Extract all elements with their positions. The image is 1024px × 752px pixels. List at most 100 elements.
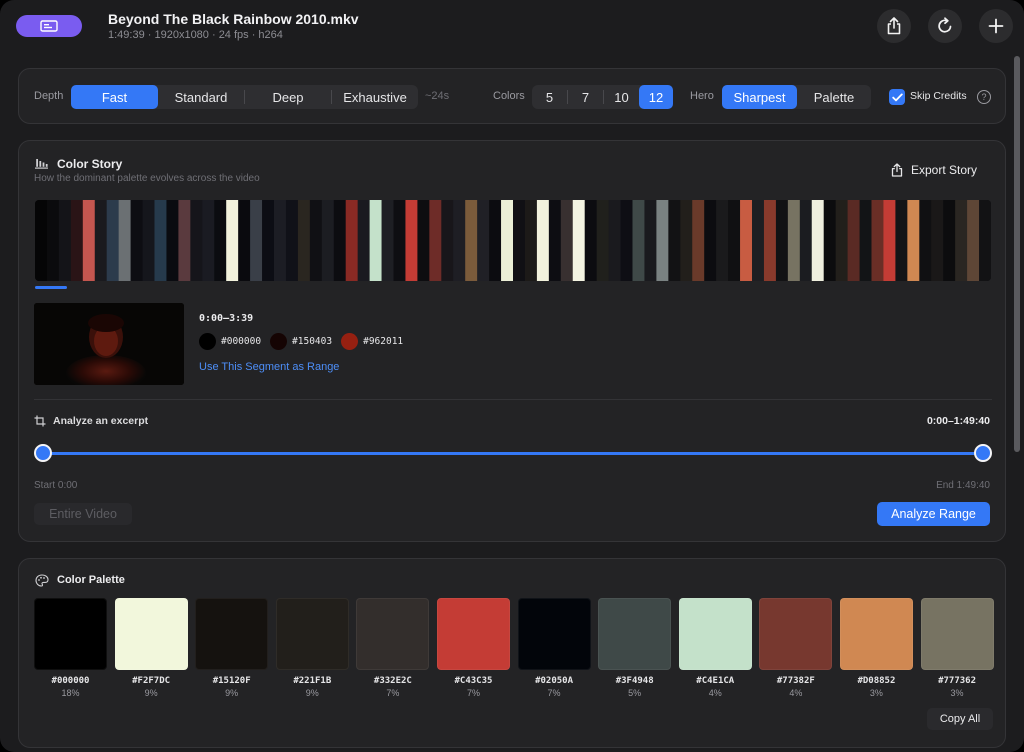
scrollbar[interactable] xyxy=(1014,56,1020,452)
timeline-color-band xyxy=(333,200,347,281)
timeline-color-band xyxy=(979,200,991,281)
segment-thumbnail xyxy=(34,303,184,385)
timeline-color-band xyxy=(441,200,454,281)
palette-swatch[interactable]: #02050A 7% xyxy=(517,598,591,698)
refresh-button[interactable] xyxy=(928,9,962,43)
skip-credits-checkbox[interactable] xyxy=(889,89,905,105)
segment-color-chip[interactable]: #962011 xyxy=(341,333,403,350)
timeline-color-band xyxy=(536,200,550,281)
timeline-color-band xyxy=(321,200,335,281)
palette-swatch[interactable]: #000000 18% xyxy=(34,598,107,698)
export-story-button[interactable]: Export Story xyxy=(891,163,977,177)
swatch-color-box xyxy=(436,598,510,670)
timeline-color-band xyxy=(202,200,215,281)
colors-option-5[interactable]: 5 xyxy=(532,85,567,109)
timeline-color-band xyxy=(704,200,717,281)
depth-option-fast[interactable]: Fast xyxy=(71,85,158,109)
timeline-color-band xyxy=(405,200,418,281)
timeline-color-band xyxy=(644,200,657,281)
timeline-color-band xyxy=(943,200,956,281)
swatch-hex: #332E2C xyxy=(373,676,412,686)
depth-option-standard[interactable]: Standard xyxy=(158,85,244,109)
segment-color-chip[interactable]: #150403 xyxy=(270,333,332,350)
palette-swatch[interactable]: #F2F7DC 9% xyxy=(114,598,188,698)
timeline-color-band xyxy=(524,200,538,281)
use-segment-as-range-link[interactable]: Use This Segment as Range xyxy=(199,361,339,373)
swatch-hex: #3F4948 xyxy=(615,676,654,686)
palette-swatch[interactable]: #777362 3% xyxy=(920,598,994,698)
swatch-color-box xyxy=(678,598,752,670)
depth-option-exhaustive[interactable]: Exhaustive xyxy=(332,85,418,109)
palette-swatch[interactable]: #77382F 4% xyxy=(759,598,833,698)
crop-icon xyxy=(34,415,46,427)
entire-video-button[interactable]: Entire Video xyxy=(34,503,132,525)
timeline-color-band xyxy=(716,200,729,281)
swatch-hex: #777362 xyxy=(938,676,976,686)
timeline-color-band xyxy=(58,200,72,281)
depth-option-deep[interactable]: Deep xyxy=(245,85,331,109)
segment-color-chip[interactable]: #000000 xyxy=(199,333,261,350)
divider xyxy=(34,399,992,400)
excerpt-title: Analyze an excerpt xyxy=(53,415,149,427)
timeline-color-band xyxy=(835,200,849,281)
palette-swatch[interactable]: #C4E1CA 4% xyxy=(678,598,752,698)
color-timeline-strip[interactable] xyxy=(35,200,991,281)
app-window: Beyond The Black Rainbow 2010.mkv 1:49:3… xyxy=(0,0,1024,752)
skip-credits-label[interactable]: Skip Credits xyxy=(910,90,967,102)
swatch-percentage: 9% xyxy=(144,688,158,698)
swatch-hex: #000000 xyxy=(51,676,90,686)
analyze-range-button[interactable]: Analyze Range xyxy=(877,502,990,526)
timeline-color-band xyxy=(453,200,466,281)
range-end-handle[interactable] xyxy=(974,444,992,462)
add-button[interactable] xyxy=(979,9,1013,43)
palette-swatch[interactable]: #332E2C 7% xyxy=(356,598,430,698)
timeline-color-band xyxy=(895,200,908,281)
timeline-color-band xyxy=(847,200,861,281)
share-icon xyxy=(891,163,903,177)
color-palette-panel: Color Palette #000000 18% #F2F7DC 9% #15120F… xyxy=(18,558,1006,748)
timeline-color-band xyxy=(262,200,275,281)
share-icon xyxy=(887,17,901,35)
range-slider-track[interactable] xyxy=(43,452,983,455)
timeline-color-band xyxy=(35,200,48,281)
checkmark-icon xyxy=(891,93,903,101)
palette-swatch[interactable]: #3F4948 5% xyxy=(598,598,672,698)
segment-colors: #000000 #150403 #962011 xyxy=(199,333,412,350)
hero-option-sharpest[interactable]: Sharpest xyxy=(722,85,797,109)
swatch-percentage: 9% xyxy=(225,688,239,698)
swatch-color-box xyxy=(275,598,349,670)
colors-option-7[interactable]: 7 xyxy=(568,85,603,109)
depth-segmented-control: Fast Standard Deep Exhaustive xyxy=(71,85,418,109)
timeline-color-band xyxy=(46,200,60,281)
swatch-color-box xyxy=(598,598,672,670)
timeline-color-band xyxy=(70,200,84,281)
palette-swatch[interactable]: #C43C35 7% xyxy=(436,598,510,698)
colors-option-10[interactable]: 10 xyxy=(604,85,639,109)
help-icon[interactable]: ? xyxy=(977,90,991,104)
copy-all-button[interactable]: Copy All xyxy=(927,708,993,730)
timeline-color-band xyxy=(931,200,944,281)
share-button[interactable] xyxy=(877,9,911,43)
timeline-color-band xyxy=(752,200,765,281)
swatch-percentage: 9% xyxy=(305,688,319,698)
segment-time-range: 0:00–3:39 xyxy=(199,313,254,324)
palette-swatch[interactable]: #221F1B 9% xyxy=(275,598,349,698)
palette-icon xyxy=(35,574,49,587)
timeline-color-band xyxy=(285,200,299,281)
colors-option-12[interactable]: 12 xyxy=(639,85,673,109)
timeline-color-band xyxy=(596,200,610,281)
hero-option-palette[interactable]: Palette xyxy=(797,85,871,109)
palette-swatch[interactable]: #D08852 3% xyxy=(839,598,913,698)
timeline-color-band xyxy=(859,200,873,281)
timeline-color-band xyxy=(238,200,251,281)
app-window-icon[interactable] xyxy=(16,15,82,37)
swatch-color-box xyxy=(839,598,913,670)
swatch-percentage: 3% xyxy=(950,688,964,698)
palette-swatch[interactable]: #15120F 9% xyxy=(195,598,269,698)
timeline-color-band xyxy=(548,200,562,281)
swatch-color-box xyxy=(517,598,591,670)
timeline-selection-indicator xyxy=(35,286,67,289)
range-start-handle[interactable] xyxy=(34,444,52,462)
timeline-color-band xyxy=(190,200,203,281)
swatch-hex: #77382F xyxy=(776,676,815,686)
